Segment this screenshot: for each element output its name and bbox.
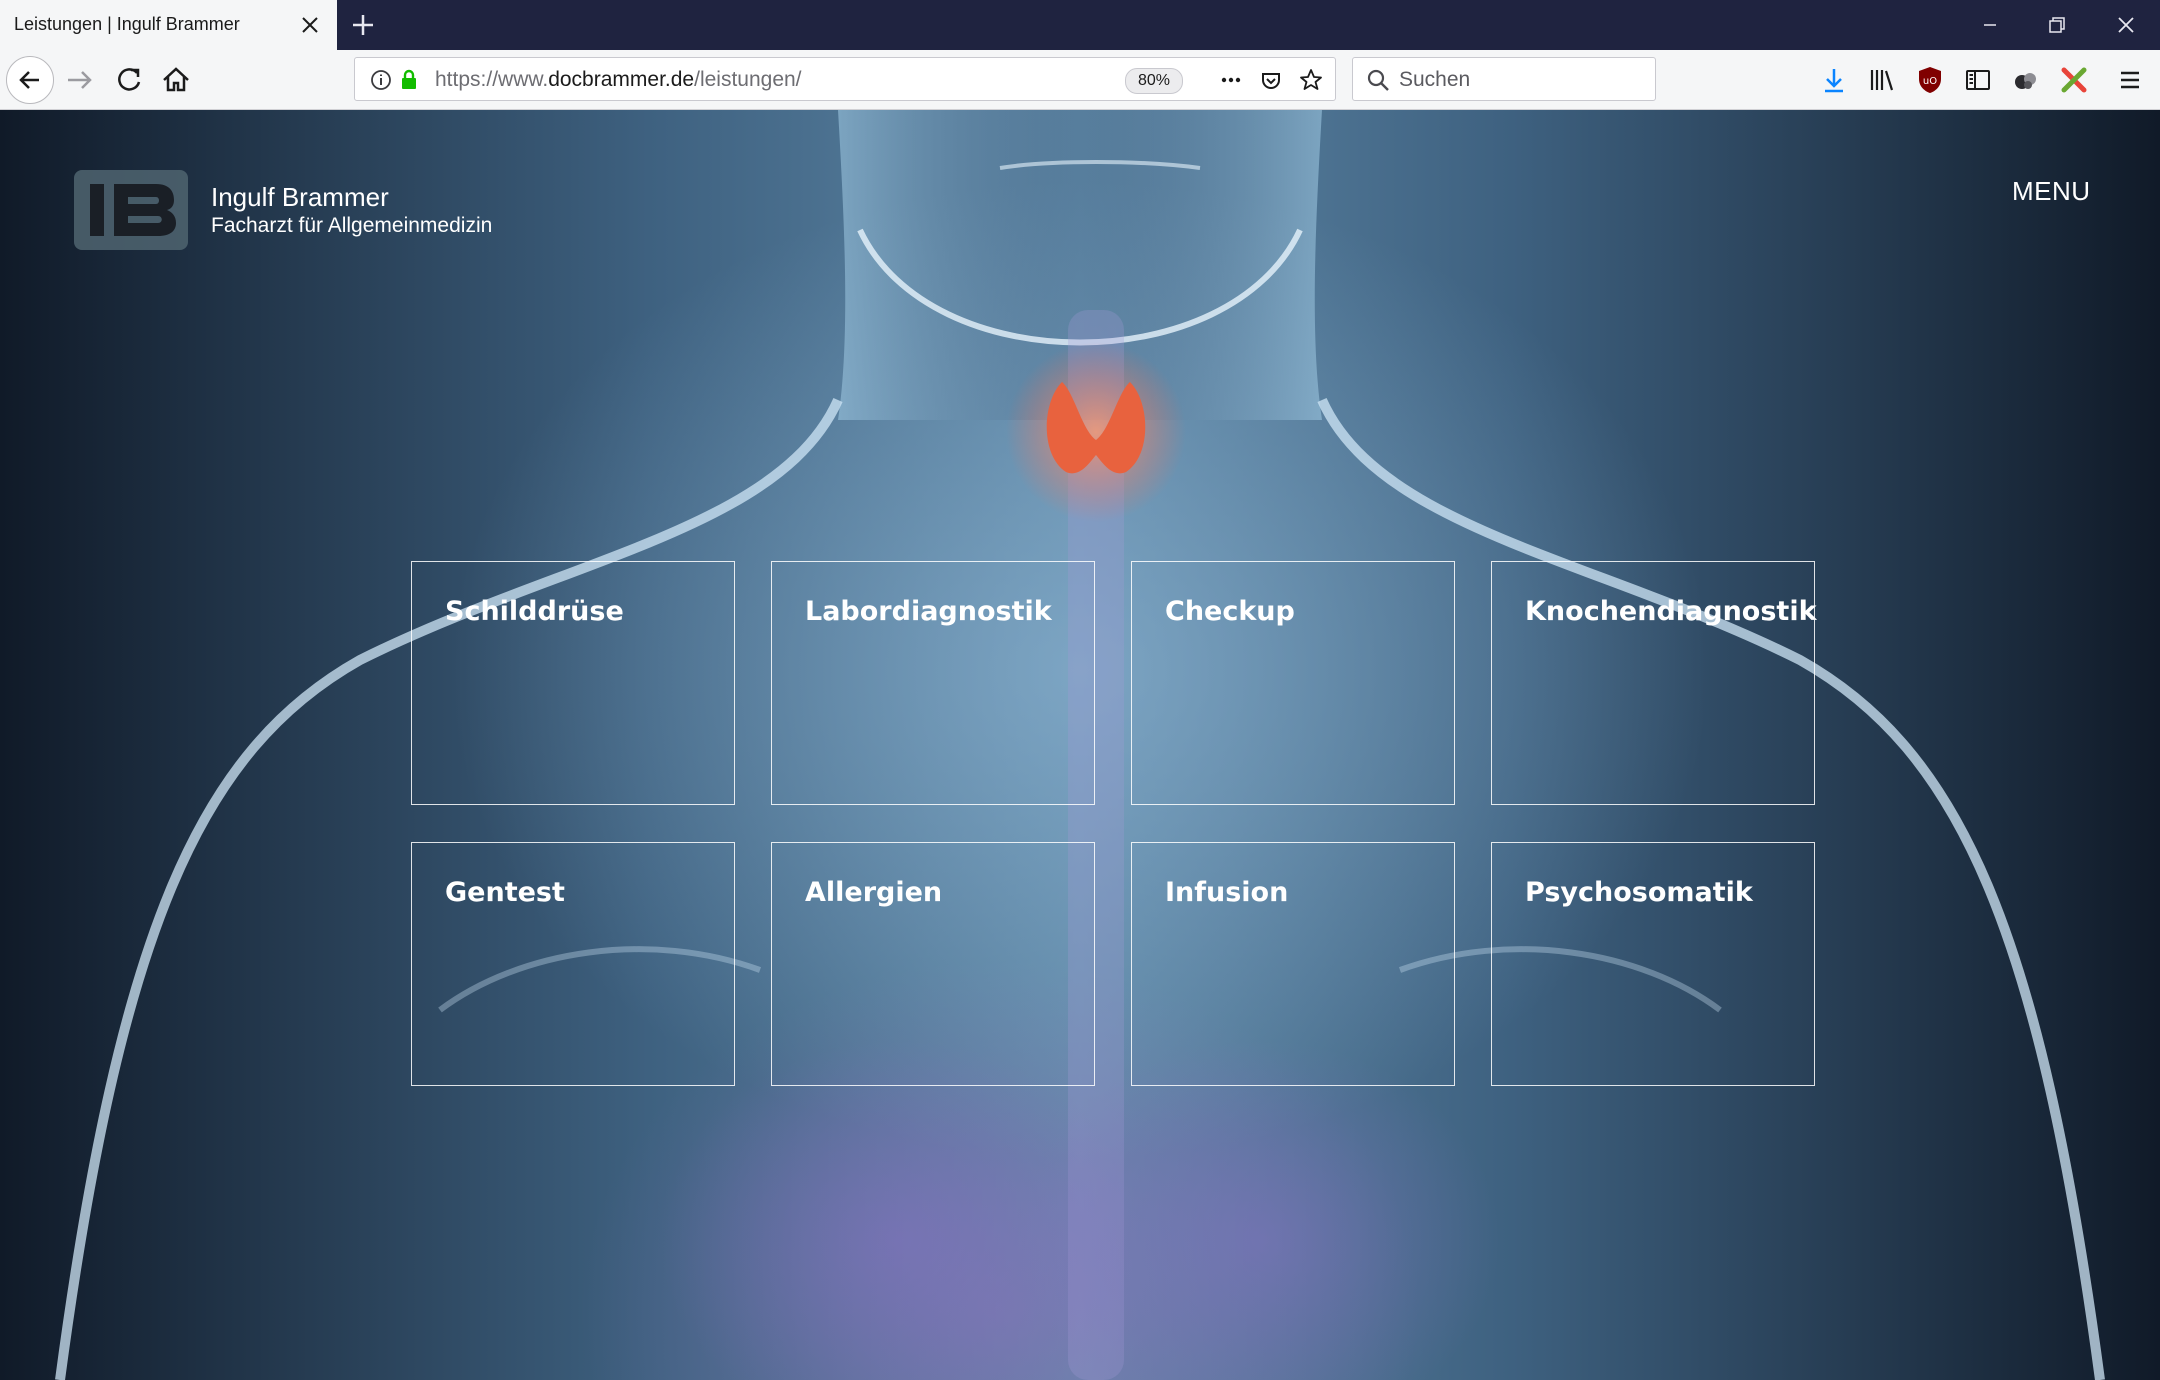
library-icon[interactable] <box>1864 62 1900 98</box>
home-button[interactable] <box>154 58 198 102</box>
service-tile-psychosomatik[interactable]: Psychosomatik <box>1491 842 1815 1086</box>
url-prefix: https://www. <box>435 68 549 91</box>
ib-logo[interactable] <box>74 170 188 250</box>
service-tile-labordiagnostik[interactable]: Labordiagnostik <box>771 561 1095 805</box>
extension-puzzle-x-icon[interactable] <box>2056 62 2092 98</box>
minimize-icon[interactable] <box>1970 10 2010 40</box>
search-input[interactable]: Suchen <box>1399 68 1470 92</box>
service-tile-checkup[interactable]: Checkup <box>1131 561 1455 805</box>
new-tab-icon[interactable] <box>348 10 378 40</box>
service-tile-infusion[interactable]: Infusion <box>1131 842 1455 1086</box>
url-text[interactable]: https://www.docbrammer.de/leistungen/ <box>435 68 802 92</box>
page-content: Ingulf Brammer Facharzt für Allgemeinmed… <box>0 110 2160 1380</box>
pocket-icon[interactable] <box>1257 66 1285 94</box>
tab-leistungen[interactable]: Leistungen | Ingulf Brammer <box>0 0 337 50</box>
brand-name[interactable]: Ingulf Brammer <box>211 182 389 213</box>
service-tile-label: Checkup <box>1165 596 1295 627</box>
search-icon <box>1367 69 1389 91</box>
extension-balls-icon[interactable] <box>2008 62 2044 98</box>
service-tile-allergien[interactable]: Allergien <box>771 842 1095 1086</box>
lock-icon[interactable] <box>395 66 423 94</box>
forward-button[interactable] <box>58 58 102 102</box>
back-button[interactable] <box>6 56 54 104</box>
address-bar[interactable]: https://www.docbrammer.de/leistungen/ 80… <box>354 57 1336 101</box>
downloads-icon[interactable] <box>1816 62 1852 98</box>
service-tile-label: Knochendiagnostik <box>1525 596 1817 627</box>
svg-text:uO: uO <box>1923 76 1937 87</box>
service-tile-label: Schilddrüse <box>445 596 624 627</box>
service-tile-label: Psychosomatik <box>1525 877 1753 908</box>
navigation-toolbar: https://www.docbrammer.de/leistungen/ 80… <box>0 50 2160 110</box>
url-path: /leistungen/ <box>694 68 802 91</box>
tab-title: Leistungen | Ingulf Brammer <box>14 14 240 34</box>
tab-strip: Leistungen | Ingulf Brammer <box>0 0 2160 50</box>
ublock-shield-icon[interactable]: uO <box>1912 62 1948 98</box>
service-tile-gentest[interactable]: Gentest <box>411 842 735 1086</box>
menu-button[interactable]: MENU <box>2012 176 2091 207</box>
arrow-left-icon <box>19 71 39 89</box>
bookmark-star-icon[interactable] <box>1297 66 1325 94</box>
zoom-indicator[interactable]: 80% <box>1125 68 1184 94</box>
more-actions-icon[interactable] <box>1217 66 1245 94</box>
restore-icon[interactable] <box>2036 10 2076 40</box>
service-tile-label: Infusion <box>1165 877 1289 908</box>
close-tab-icon[interactable] <box>298 13 322 37</box>
brand-subtitle: Facharzt für Allgemeinmedizin <box>211 214 493 237</box>
close-window-icon[interactable] <box>2106 10 2146 40</box>
service-tile-label: Allergien <box>805 877 943 908</box>
service-tile-label: Gentest <box>445 877 565 908</box>
service-tile-knochendiagnostik[interactable]: Knochendiagnostik <box>1491 561 1817 805</box>
service-tile-label: Labordiagnostik <box>805 596 1052 627</box>
service-tile-schilddruese[interactable]: Schilddrüse <box>411 561 735 805</box>
hamburger-menu-icon[interactable] <box>2112 62 2148 98</box>
reload-button[interactable] <box>107 58 151 102</box>
info-icon[interactable] <box>367 66 395 94</box>
url-domain: docbrammer.de <box>548 68 695 91</box>
search-bar[interactable]: Suchen <box>1352 57 1656 101</box>
sidebar-icon[interactable] <box>1960 62 1996 98</box>
